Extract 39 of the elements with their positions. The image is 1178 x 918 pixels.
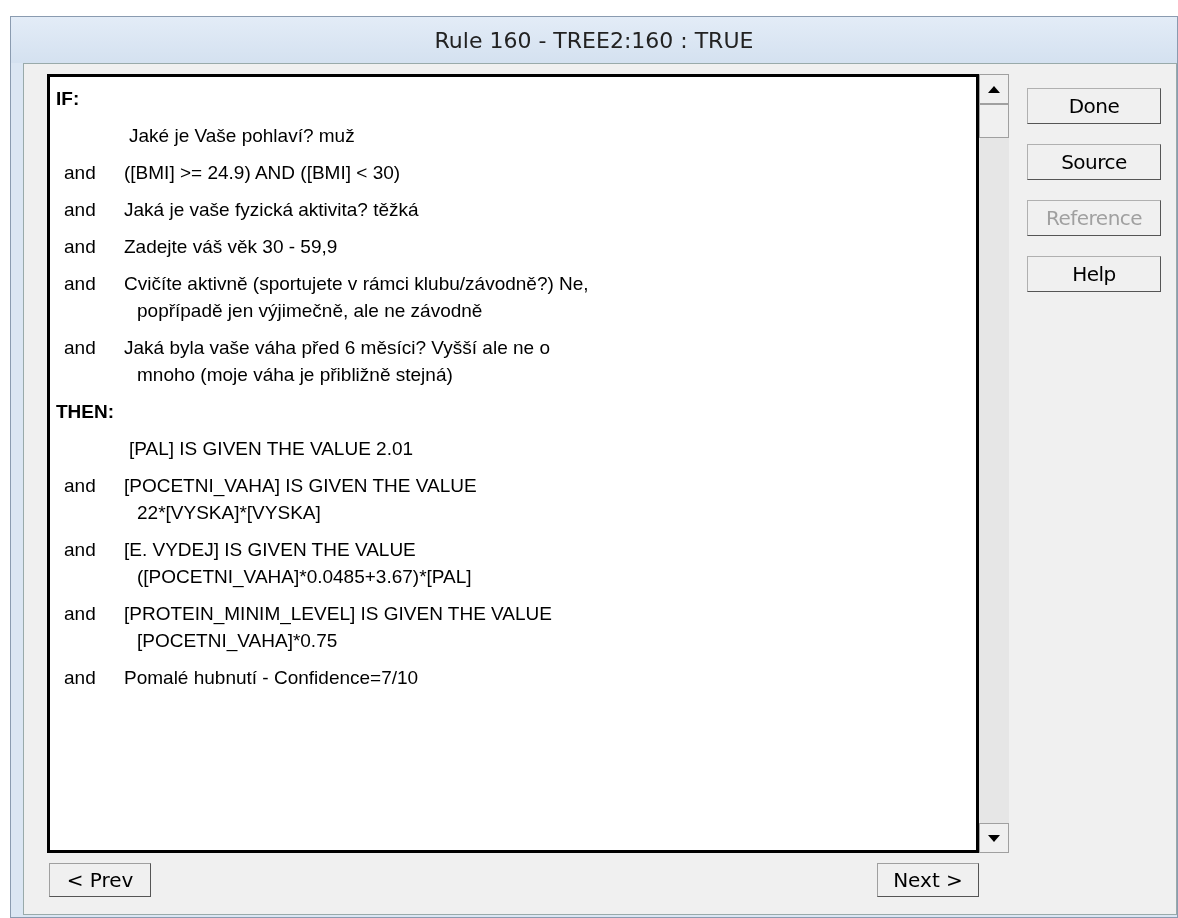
connector-label: and <box>64 539 96 560</box>
connector-label: and <box>64 667 96 688</box>
scroll-up-button[interactable] <box>979 74 1009 104</box>
connector-label: and <box>64 236 96 257</box>
clause-text: Jaká je vaše fyzická aktivita? těžká <box>124 198 419 222</box>
dialog-button[interactable]: Help <box>1027 256 1161 292</box>
window-title: Rule 160 - TREE2:160 : TRUE <box>11 17 1177 63</box>
clause-text: [POCETNI_VAHA] IS GIVEN THE VALUE <box>124 474 477 499</box>
connector-label: and <box>64 162 96 183</box>
clause-text: mnoho (moje váha je přibližně stejná) <box>136 363 454 387</box>
up-arrow-icon <box>988 85 1000 93</box>
connector-label: and <box>64 475 96 496</box>
clause-text: Pomalé hubnutí - Confidence=7/10 <box>124 666 419 690</box>
clause-text: ([BMI] >= 24.9) AND ([BMI] < 30) <box>124 161 401 185</box>
next-button[interactable]: Next > <box>877 863 979 897</box>
section-heading: THEN: <box>56 401 115 422</box>
connector-label: and <box>64 273 96 294</box>
section-heading: IF: <box>56 88 80 109</box>
down-arrow-icon <box>988 834 1000 842</box>
scroll-down-button[interactable] <box>979 823 1009 853</box>
connector-label: and <box>64 337 96 358</box>
clause-text: 22*[VYSKA]*[VYSKA] <box>136 501 322 525</box>
clause-text: Jaké je Vaše pohlaví? muž <box>128 124 355 148</box>
scroll-thumb[interactable] <box>979 104 1009 138</box>
scrollbar[interactable] <box>979 74 1009 853</box>
dialog-button[interactable]: Done <box>1027 88 1161 124</box>
clause-text: [PAL] IS GIVEN THE VALUE 2.01 <box>128 437 414 461</box>
connector-label: and <box>64 199 96 220</box>
clause-text: [POCETNI_VAHA]*0.75 <box>136 629 339 654</box>
prev-button[interactable]: < Prev <box>49 863 151 897</box>
clause-text: [E. VYDEJ] IS GIVEN THE VALUE <box>124 538 417 562</box>
clause-text: Jaká byla vaše váha před 6 měsíci? Vyšší ale ne o <box>124 336 550 360</box>
dialog-button[interactable]: Source <box>1027 144 1161 180</box>
clause-text: Cvičíte aktivně (sportujete v rámci klubu/závodně?) Ne, <box>124 272 589 296</box>
clause-text: Zadejte váš věk 30 - 59,9 <box>124 235 338 259</box>
clause-text: popřípadě jen výjimečně, ale ne závodně <box>136 299 484 323</box>
connector-label: and <box>64 603 96 624</box>
clause-text: [PROTEIN_MINIM_LEVEL] IS GIVEN THE VALUE <box>124 602 552 627</box>
clause-text: ([POCETNI_VAHA]*0.0485+3.67)*[PAL] <box>136 565 472 590</box>
